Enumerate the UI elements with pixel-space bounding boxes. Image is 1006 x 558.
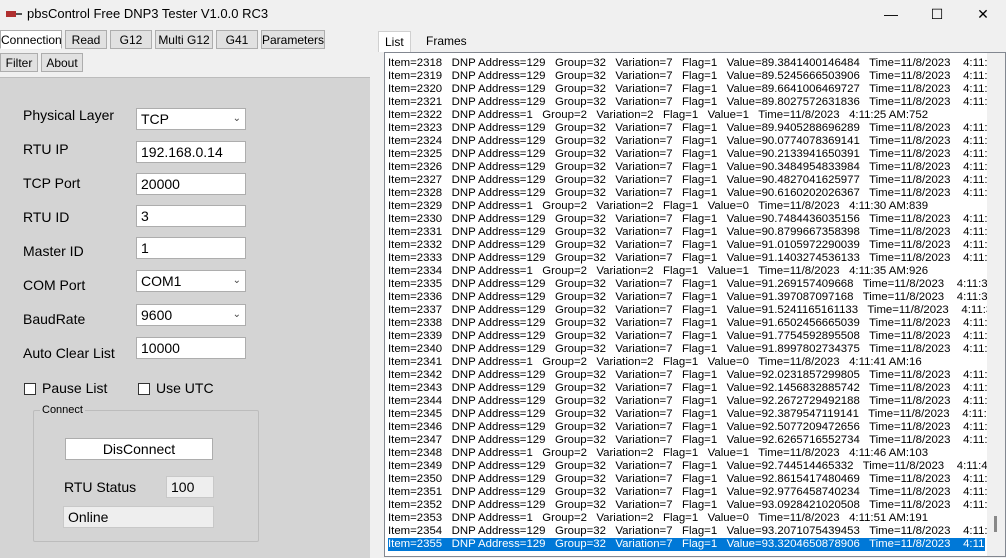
maximize-button[interactable]: ☐ bbox=[914, 0, 960, 28]
rtu-status-value: 100 bbox=[166, 476, 214, 498]
list-item[interactable]: Item=2333 DNP Address=129 Group=32 Varia… bbox=[388, 252, 1005, 265]
list-scrollbar[interactable] bbox=[987, 53, 1005, 556]
master-id-input[interactable]: 1 bbox=[136, 237, 246, 259]
rtu-ip-label: RTU IP bbox=[23, 141, 69, 157]
pause-list-checkbox[interactable] bbox=[24, 383, 36, 395]
com-port-value: COM1 bbox=[141, 273, 182, 289]
list-item[interactable]: Item=2342 DNP Address=129 Group=32 Varia… bbox=[388, 369, 1005, 382]
tab-frames[interactable]: Frames bbox=[420, 31, 473, 51]
master-id-label: Master ID bbox=[23, 243, 84, 259]
baud-rate-select[interactable]: 9600 ⌄ bbox=[136, 304, 246, 326]
list-item[interactable]: Item=2338 DNP Address=129 Group=32 Varia… bbox=[388, 317, 1005, 330]
physical-layer-value: TCP bbox=[141, 111, 169, 127]
g12-tab[interactable]: G12 bbox=[110, 30, 152, 49]
online-status: Online bbox=[63, 506, 214, 528]
pause-list-label: Pause List bbox=[42, 380, 108, 396]
scroll-thumb[interactable] bbox=[994, 516, 997, 532]
minimize-button[interactable]: — bbox=[868, 0, 914, 28]
list-item[interactable]: Item=2347 DNP Address=129 Group=32 Varia… bbox=[388, 434, 1005, 447]
list-item[interactable]: Item=2335 DNP Address=129 Group=32 Varia… bbox=[388, 278, 1005, 291]
title-bar: pbsControl Free DNP3 Tester V1.0.0 RC3 —… bbox=[0, 0, 1006, 28]
close-button[interactable]: ✕ bbox=[960, 0, 1006, 28]
g41-tab[interactable]: G41 bbox=[216, 30, 258, 49]
list-item[interactable]: Item=2332 DNP Address=129 Group=32 Varia… bbox=[388, 239, 1005, 252]
list-item[interactable]: Item=2320 DNP Address=129 Group=32 Varia… bbox=[388, 83, 1005, 96]
about-tab[interactable]: About bbox=[41, 53, 83, 72]
list-item[interactable]: Item=2328 DNP Address=129 Group=32 Varia… bbox=[388, 187, 1005, 200]
list-item[interactable]: Item=2331 DNP Address=129 Group=32 Varia… bbox=[388, 226, 1005, 239]
physical-layer-label: Physical Layer bbox=[23, 107, 115, 123]
com-port-label: COM Port bbox=[23, 277, 86, 293]
list-item[interactable]: Item=2327 DNP Address=129 Group=32 Varia… bbox=[388, 174, 1005, 187]
auto-clear-label: Auto Clear List bbox=[23, 345, 115, 361]
list-item[interactable]: Item=2336 DNP Address=129 Group=32 Varia… bbox=[388, 291, 1005, 304]
tcp-port-input[interactable]: 20000 bbox=[136, 173, 246, 195]
chevron-down-icon: ⌄ bbox=[232, 275, 241, 286]
list-item[interactable]: Item=2330 DNP Address=129 Group=32 Varia… bbox=[388, 213, 1005, 226]
list-item[interactable]: Item=2341 DNP Address=1 Group=2 Variatio… bbox=[388, 356, 922, 369]
chevron-down-icon: ⌄ bbox=[232, 113, 241, 124]
list-item[interactable]: Item=2323 DNP Address=129 Group=32 Varia… bbox=[388, 122, 1005, 135]
rtu-ip-input[interactable]: 192.168.0.14 bbox=[136, 141, 246, 163]
connection-tab[interactable]: Connection bbox=[0, 30, 62, 49]
com-port-select[interactable]: COM1 ⌄ bbox=[136, 270, 246, 292]
chevron-down-icon: ⌄ bbox=[232, 309, 241, 320]
list-item[interactable]: Item=2346 DNP Address=129 Group=32 Varia… bbox=[388, 421, 1005, 434]
tab-list[interactable]: List bbox=[378, 31, 411, 52]
window-title: pbsControl Free DNP3 Tester V1.0.0 RC3 bbox=[27, 6, 269, 21]
list-item[interactable]: Item=2349 DNP Address=129 Group=32 Varia… bbox=[388, 460, 1005, 473]
list-item[interactable]: Item=2340 DNP Address=129 Group=32 Varia… bbox=[388, 343, 1005, 356]
list-item[interactable]: Item=2321 DNP Address=129 Group=32 Varia… bbox=[388, 96, 1005, 109]
list-item[interactable]: Item=2334 DNP Address=1 Group=2 Variatio… bbox=[388, 265, 928, 278]
list-item[interactable]: Item=2343 DNP Address=129 Group=32 Varia… bbox=[388, 382, 1005, 395]
list-item[interactable]: Item=2329 DNP Address=1 Group=2 Variatio… bbox=[388, 200, 928, 213]
item-list[interactable]: Item=2318 DNP Address=129 Group=32 Varia… bbox=[384, 52, 1006, 557]
multi-g12-tab[interactable]: Multi G12 bbox=[155, 30, 213, 49]
rtu-status-label: RTU Status bbox=[64, 479, 137, 495]
tcp-port-label: TCP Port bbox=[23, 175, 81, 191]
rtu-id-label: RTU ID bbox=[23, 209, 70, 225]
list-item[interactable]: Item=2344 DNP Address=129 Group=32 Varia… bbox=[388, 395, 1005, 408]
baud-rate-value: 9600 bbox=[141, 307, 173, 323]
parameters-tab[interactable]: Parameters bbox=[261, 30, 325, 49]
use-utc-label: Use UTC bbox=[156, 380, 214, 396]
list-item[interactable]: Item=2326 DNP Address=129 Group=32 Varia… bbox=[388, 161, 1005, 174]
list-item[interactable]: Item=2352 DNP Address=129 Group=32 Varia… bbox=[388, 499, 1005, 512]
connect-group-title: Connect bbox=[40, 404, 85, 416]
auto-clear-input[interactable]: 10000 bbox=[136, 337, 246, 359]
list-item[interactable]: Item=2351 DNP Address=129 Group=32 Varia… bbox=[388, 486, 1005, 499]
list-item[interactable]: Item=2355 DNP Address=129 Group=32 Varia… bbox=[388, 538, 1005, 551]
list-item[interactable]: Item=2324 DNP Address=129 Group=32 Varia… bbox=[388, 135, 1005, 148]
rtu-id-input[interactable]: 3 bbox=[136, 205, 246, 227]
list-item[interactable]: Item=2337 DNP Address=129 Group=32 Varia… bbox=[388, 304, 1005, 317]
list-item[interactable]: Item=2319 DNP Address=129 Group=32 Varia… bbox=[388, 70, 1005, 83]
list-item[interactable]: Item=2353 DNP Address=1 Group=2 Variatio… bbox=[388, 512, 928, 525]
list-item[interactable]: Item=2354 DNP Address=129 Group=32 Varia… bbox=[388, 525, 1005, 538]
list-item[interactable]: Item=2350 DNP Address=129 Group=32 Varia… bbox=[388, 473, 1005, 486]
filter-tab[interactable]: Filter bbox=[0, 53, 38, 72]
list-item[interactable]: Item=2348 DNP Address=1 Group=2 Variatio… bbox=[388, 447, 928, 460]
list-item[interactable]: Item=2345 DNP Address=129 Group=32 Varia… bbox=[388, 408, 1005, 421]
list-item[interactable]: Item=2322 DNP Address=1 Group=2 Variatio… bbox=[388, 109, 928, 122]
use-utc-checkbox[interactable] bbox=[138, 383, 150, 395]
list-item[interactable]: Item=2318 DNP Address=129 Group=32 Varia… bbox=[388, 57, 1005, 70]
list-item[interactable]: Item=2325 DNP Address=129 Group=32 Varia… bbox=[388, 148, 1005, 161]
read-tab[interactable]: Read bbox=[65, 30, 107, 49]
disconnect-button[interactable]: DisConnect bbox=[65, 438, 213, 460]
baud-rate-label: BaudRate bbox=[23, 311, 86, 327]
list-item[interactable]: Item=2339 DNP Address=129 Group=32 Varia… bbox=[388, 330, 1005, 343]
app-icon bbox=[6, 11, 22, 17]
physical-layer-select[interactable]: TCP ⌄ bbox=[136, 108, 246, 130]
